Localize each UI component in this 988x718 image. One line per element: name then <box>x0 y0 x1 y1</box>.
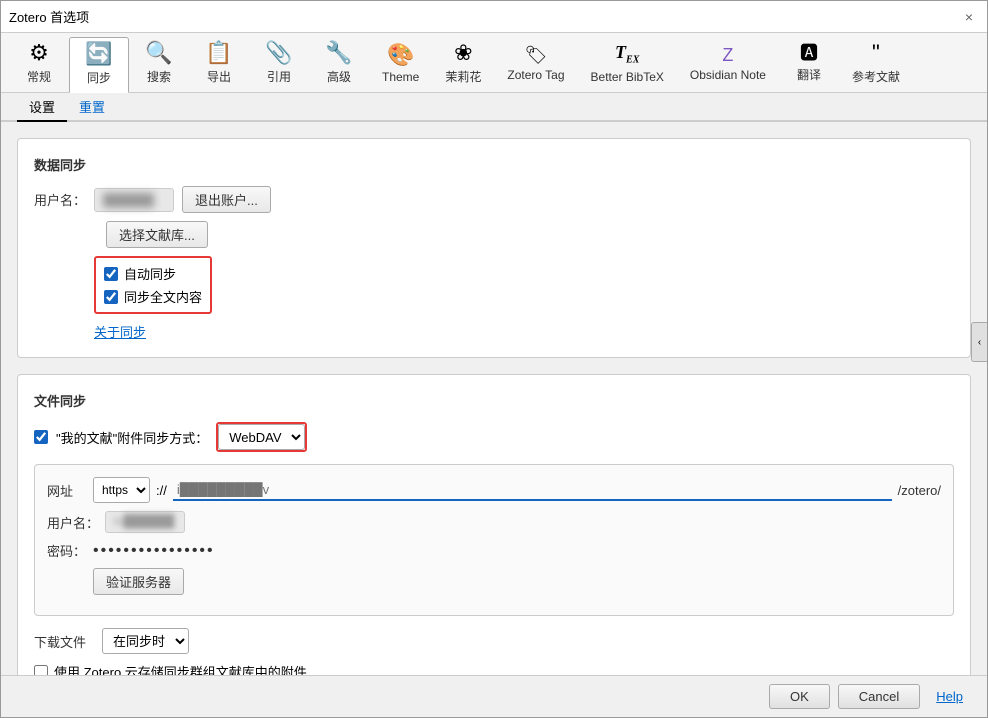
title-bar: Zotero 首选项 × <box>1 1 987 33</box>
group-sync-row: 使用 Zotero 云存储同步群组文献库中的附件 <box>34 662 954 675</box>
footer: OK Cancel Help <box>1 675 987 717</box>
toolbar-label-search: 搜索 <box>147 68 171 85</box>
auto-sync-label: 自动同步 <box>124 264 176 283</box>
username-label: 用户名： <box>34 190 86 209</box>
username-value: ██████ <box>94 188 174 212</box>
main-content: 数据同步 用户名： ██████ 退出账户... 选择文献库... <box>1 122 987 675</box>
toolbar-item-advanced[interactable]: 🔧 高级 <box>309 37 369 92</box>
side-expand-button[interactable]: ‹ <box>971 322 987 362</box>
full-sync-row: 同步全文内容 <box>104 287 202 306</box>
webdav-username-row: 用户名： lo██████ <box>47 511 941 533</box>
sync-icon: 🔄 <box>85 43 112 65</box>
attachment-sync-checkbox[interactable] <box>34 430 48 444</box>
verify-server-button[interactable]: 验证服务器 <box>93 568 184 595</box>
toolbar-label-references: 参考文献 <box>852 68 900 85</box>
help-link[interactable]: Help <box>928 685 971 708</box>
cite-icon: 📎 <box>265 42 292 64</box>
webdav-url-input[interactable] <box>173 480 892 501</box>
toolbar-item-export[interactable]: 📋 导出 <box>189 37 249 92</box>
references-icon: " <box>872 42 880 64</box>
toolbar-label-translate: 翻译 <box>797 66 821 83</box>
toolbar-label-advanced: 高级 <box>327 68 351 85</box>
toolbar-label-obsidiannote: Obsidian Note <box>690 68 766 82</box>
data-sync-section: 数据同步 用户名： ██████ 退出账户... 选择文献库... <box>17 138 971 358</box>
webdav-url-label: 网址 <box>47 481 87 500</box>
toolbar-item-general[interactable]: ⚙ 常规 <box>9 37 69 92</box>
betterbibtex-icon: TEX <box>615 43 639 66</box>
method-select[interactable]: WebDAV Zotero <box>218 424 305 450</box>
general-icon: ⚙ <box>29 42 49 64</box>
ok-button[interactable]: OK <box>769 684 830 709</box>
toolbar-label-sync: 同步 <box>87 69 111 86</box>
data-sync-title: 数据同步 <box>34 155 954 174</box>
tab-settings[interactable]: 设置 <box>17 93 67 122</box>
dialog-title: Zotero 首选项 <box>9 7 89 26</box>
webdav-verify-row: 验证服务器 <box>47 568 941 595</box>
webdav-separator: :// <box>156 483 167 498</box>
tab-bar: 设置 重置 <box>1 93 987 122</box>
toolbar-label-theme: Theme <box>382 70 419 84</box>
full-sync-label: 同步全文内容 <box>124 287 202 306</box>
export-icon: 📋 <box>205 42 232 64</box>
file-sync-title: 文件同步 <box>34 391 954 410</box>
toolbar-label-export: 导出 <box>207 68 231 85</box>
obsidiannote-icon: Z <box>722 46 733 64</box>
translate-icon: 🅰 <box>800 44 818 62</box>
username-row: 用户名： ██████ 退出账户... <box>34 186 954 213</box>
toolbar-item-theme[interactable]: 🎨 Theme <box>369 37 432 92</box>
select-library-button[interactable]: 选择文献库... <box>106 221 208 248</box>
group-sync-label: 使用 Zotero 云存储同步群组文献库中的附件 <box>54 662 307 675</box>
download-files-label: 下载文件 <box>34 632 94 651</box>
main-area: 数据同步 用户名： ██████ 退出账户... 选择文献库... <box>1 122 987 675</box>
webdav-url-row: 网址 https http :// /zotero/ <box>47 477 941 503</box>
toolbar-label-jasmine: 茉莉花 <box>445 68 481 85</box>
method-select-box: WebDAV Zotero <box>216 422 307 452</box>
advanced-icon: 🔧 <box>325 42 352 64</box>
cancel-button[interactable]: Cancel <box>838 684 920 709</box>
group-sync-checkbox[interactable] <box>34 665 48 676</box>
toolbar-item-references[interactable]: " 参考文献 <box>839 37 913 92</box>
jasmine-icon: ❀ <box>454 42 472 64</box>
toolbar-label-betterbibtex: Better BibTeX <box>591 70 664 84</box>
attachment-sync-label: "我的文献"附件同步方式： <box>56 428 208 447</box>
toolbar-item-sync[interactable]: 🔄 同步 <box>69 37 129 93</box>
close-button[interactable]: × <box>959 7 979 27</box>
webdav-username-value: lo██████ <box>105 511 185 533</box>
toolbar-label-general: 常规 <box>27 68 51 85</box>
toolbar-label-cite: 引用 <box>267 68 291 85</box>
theme-icon: 🎨 <box>387 44 414 66</box>
webdav-protocol-select[interactable]: https http <box>93 477 150 503</box>
webdav-url-suffix: /zotero/ <box>898 483 941 498</box>
logout-button[interactable]: 退出账户... <box>182 186 271 213</box>
download-files-row: 下载文件 在同步时 手动下载 <box>34 628 954 654</box>
toolbar-item-search[interactable]: 🔍 搜索 <box>129 37 189 92</box>
sync-options-highlighted: 自动同步 同步全文内容 <box>94 256 212 314</box>
webdav-password-label: 密码： <box>47 541 87 560</box>
toolbar-label-zoterotag: Zotero Tag <box>507 68 564 82</box>
download-option-select[interactable]: 在同步时 手动下载 <box>102 628 189 654</box>
zoterotag-icon: 🏷 <box>525 46 548 64</box>
toolbar-item-zoterotag[interactable]: 🏷 Zotero Tag <box>494 37 577 92</box>
attachment-sync-row: "我的文献"附件同步方式： WebDAV Zotero <box>34 422 954 452</box>
auto-sync-checkbox[interactable] <box>104 267 118 281</box>
webdav-password-row: 密码： •••••••••••••••• <box>47 541 941 560</box>
webdav-settings-box: 网址 https http :// /zotero/ 用户名： lo███ <box>34 464 954 616</box>
library-button-row: 选择文献库... <box>34 221 954 248</box>
toolbar-item-obsidiannote[interactable]: Z Obsidian Note <box>677 37 779 92</box>
toolbar-item-cite[interactable]: 📎 引用 <box>249 37 309 92</box>
toolbar-item-betterbibtex[interactable]: TEX Better BibTeX <box>578 37 677 92</box>
toolbar: ⚙ 常规 🔄 同步 🔍 搜索 📋 导出 📎 引用 🔧 高级 🎨 <box>1 33 987 93</box>
search-icon: 🔍 <box>145 42 172 64</box>
full-sync-checkbox[interactable] <box>104 290 118 304</box>
webdav-password-dots: •••••••••••••••• <box>93 542 215 560</box>
file-sync-section: 文件同步 "我的文献"附件同步方式： WebDAV Zotero <box>17 374 971 675</box>
toolbar-item-jasmine[interactable]: ❀ 茉莉花 <box>432 37 494 92</box>
toolbar-item-translate[interactable]: 🅰 翻译 <box>779 37 839 92</box>
auto-sync-row: 自动同步 <box>104 264 202 283</box>
sync-info-link[interactable]: 关于同步 <box>94 325 146 340</box>
webdav-username-label: 用户名： <box>47 513 99 532</box>
tab-reset[interactable]: 重置 <box>67 93 117 122</box>
